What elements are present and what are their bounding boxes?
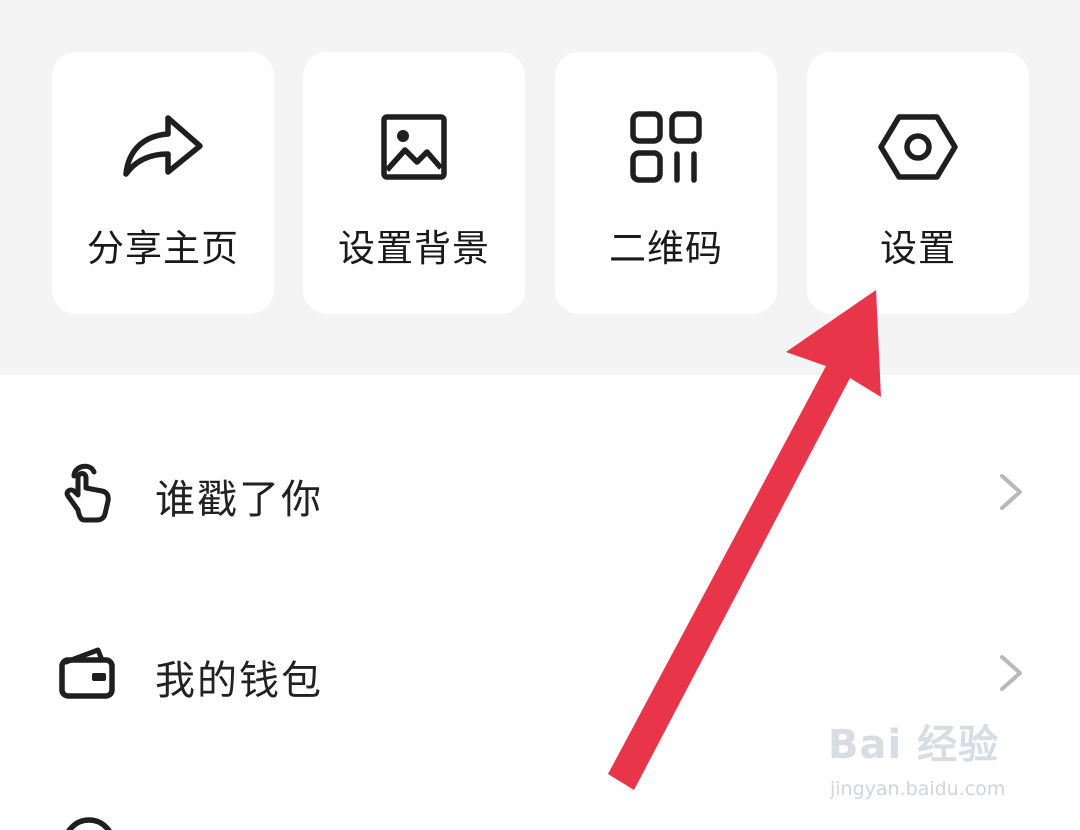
share-homepage-label: 分享主页 [87,227,239,270]
share-icon [52,110,274,184]
poke-hand-icon [56,459,120,523]
profile-more-menu: 分享主页 设置背景 二维码 设置 谁戳了你 我的钱包 Bai 经验 jingya… [0,0,1080,830]
wallet-icon [56,640,120,704]
qr-code-icon [555,110,777,184]
image-icon [303,110,525,184]
set-background-button[interactable]: 设置背景 [303,52,525,314]
my-wallet-label: 我的钱包 [155,658,323,704]
watermark-logo: Bai 经验 [828,722,1000,768]
who-poked-you-label: 谁戳了你 [155,477,323,523]
qr-code-button[interactable]: 二维码 [555,52,777,314]
quick-actions-panel: 分享主页 设置背景 二维码 设置 [0,0,1080,375]
watermark: Bai 经验 jingyan.baidu.com [828,712,1028,812]
set-background-label: 设置背景 [338,227,490,270]
qr-code-label: 二维码 [609,227,723,270]
chevron-right-icon [994,651,1028,695]
settings-label: 设置 [880,227,956,270]
settings-button[interactable]: 设置 [807,52,1029,314]
settings-icon [807,110,1029,184]
who-poked-you-row[interactable]: 谁戳了你 [0,437,1080,547]
share-homepage-button[interactable]: 分享主页 [52,52,274,314]
watermark-url: jingyan.baidu.com [830,778,1006,800]
partial-row-icon [58,812,122,830]
chevron-right-icon [994,470,1028,514]
